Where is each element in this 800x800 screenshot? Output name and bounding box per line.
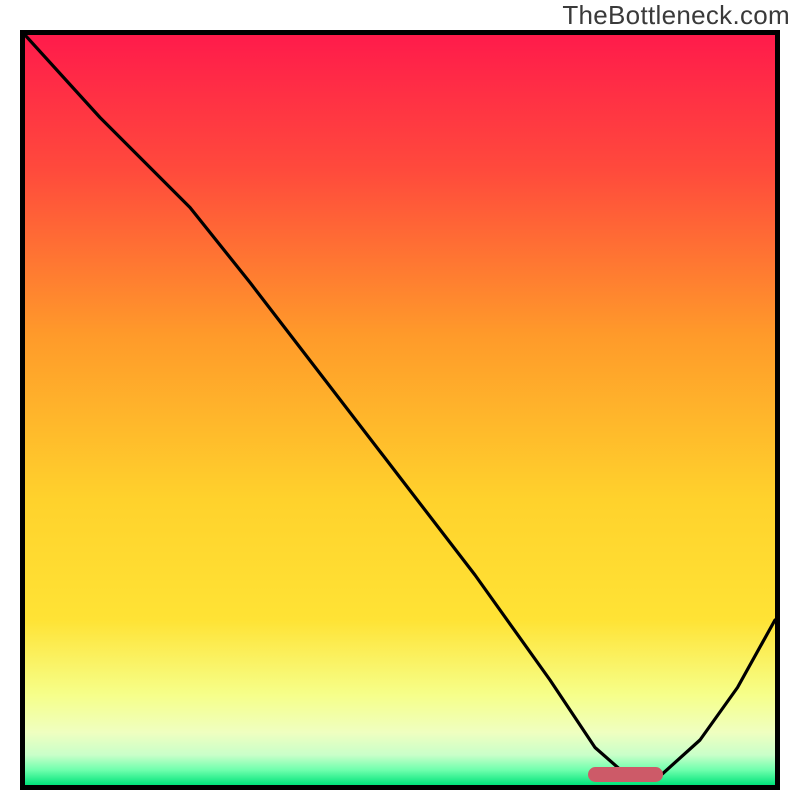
optimum-marker [588,767,663,782]
bottleneck-curve [25,35,775,785]
plot-area [20,30,780,790]
chart-frame: TheBottleneck.com [0,0,800,800]
watermark-text: TheBottleneck.com [562,0,790,31]
